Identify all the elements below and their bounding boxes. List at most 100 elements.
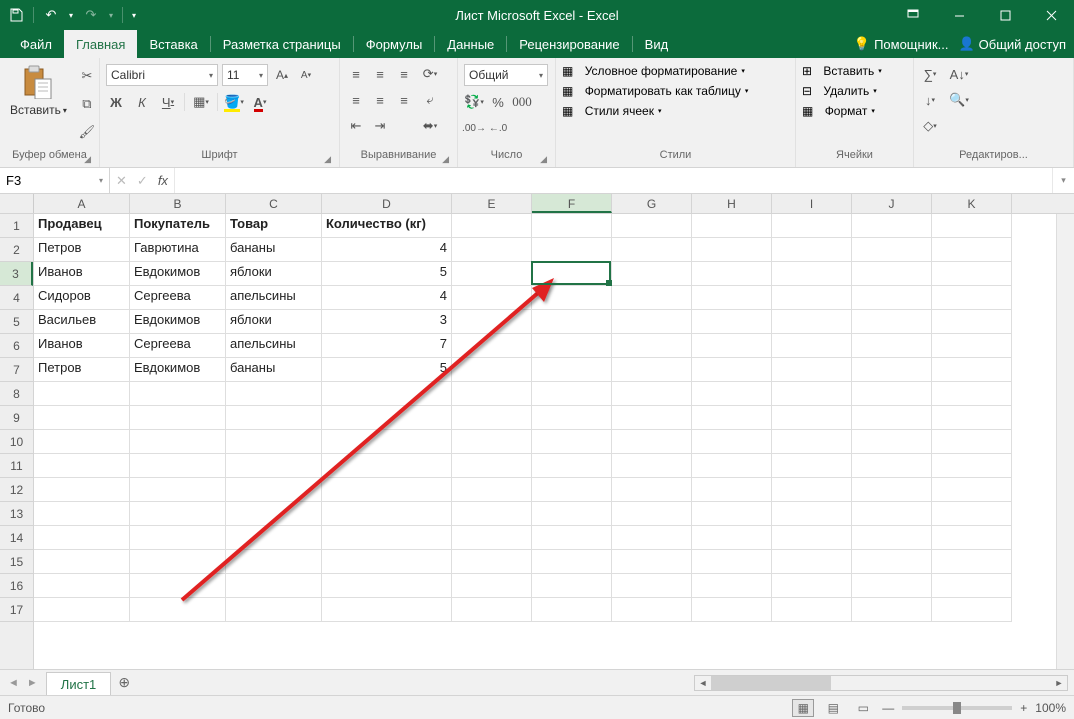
cell[interactable] [932,406,1012,430]
cell[interactable] [932,574,1012,598]
cell[interactable] [772,598,852,622]
tab-data[interactable]: Данные [435,30,506,58]
cell[interactable] [532,550,612,574]
column-header[interactable]: D [322,194,452,213]
cell[interactable] [322,430,452,454]
cell[interactable] [532,286,612,310]
cell[interactable]: Товар [226,214,322,238]
cell[interactable] [852,286,932,310]
font-launcher-icon[interactable]: ◢ [324,154,331,165]
cell[interactable] [34,550,130,574]
cell[interactable] [130,598,226,622]
name-box[interactable]: F3▾ [0,168,110,193]
cell[interactable] [226,550,322,574]
cell[interactable] [612,238,692,262]
vertical-scrollbar[interactable] [1056,214,1074,669]
cell[interactable] [692,550,772,574]
align-middle-icon[interactable]: ≡ [370,64,390,84]
cell[interactable] [772,454,852,478]
cell[interactable] [452,214,532,238]
zoom-value[interactable]: 100% [1035,701,1066,715]
cell[interactable] [932,334,1012,358]
merge-icon[interactable]: ⬌▾ [420,116,440,136]
column-header[interactable]: F [532,194,612,213]
cell[interactable] [852,358,932,382]
cell[interactable] [932,598,1012,622]
cell[interactable] [452,574,532,598]
cell[interactable] [692,406,772,430]
cell[interactable] [932,430,1012,454]
sort-filter-icon[interactable]: A↓▾ [946,64,972,84]
tab-file[interactable]: Файл [8,30,64,58]
cell[interactable] [130,406,226,430]
cell[interactable] [452,334,532,358]
cell[interactable] [130,478,226,502]
wrap-text-icon[interactable]: ⤶ [420,90,440,110]
cell[interactable] [772,358,852,382]
cell[interactable] [34,526,130,550]
cell[interactable]: Гаврютина [130,238,226,262]
number-launcher-icon[interactable]: ◢ [540,154,547,165]
cell[interactable] [852,238,932,262]
cell[interactable] [772,406,852,430]
cell[interactable] [692,478,772,502]
row-header[interactable]: 8 [0,382,33,406]
cell[interactable]: 5 [322,262,452,286]
cell[interactable]: Покупатель [130,214,226,238]
cell[interactable]: апельсины [226,334,322,358]
cell[interactable] [692,262,772,286]
bold-button[interactable]: Ж [106,92,126,112]
row-header[interactable]: 4 [0,286,33,310]
cell[interactable] [226,526,322,550]
column-header[interactable]: K [932,194,1012,213]
cell[interactable]: Иванов [34,334,130,358]
cell[interactable]: бананы [226,238,322,262]
cell[interactable] [772,550,852,574]
cell[interactable] [226,574,322,598]
cell[interactable] [692,574,772,598]
increase-indent-icon[interactable]: ⇥ [370,116,390,136]
cell[interactable]: Продавец [34,214,130,238]
cell[interactable] [932,454,1012,478]
cell[interactable] [692,214,772,238]
cell[interactable] [772,334,852,358]
share-button[interactable]: 👤 Общий доступ [958,36,1066,52]
cell[interactable] [34,406,130,430]
column-header[interactable]: G [612,194,692,213]
select-all-corner[interactable] [0,194,34,213]
cell[interactable] [226,454,322,478]
cell[interactable]: 4 [322,286,452,310]
cell[interactable] [452,310,532,334]
cell[interactable] [612,358,692,382]
column-header[interactable]: C [226,194,322,213]
cell[interactable] [322,454,452,478]
number-format-combo[interactable]: Общий▾ [464,64,548,86]
format-cells-button[interactable]: ▦ Формат▾ [802,104,882,118]
cell[interactable] [772,502,852,526]
row-header[interactable]: 14 [0,526,33,550]
cell[interactable] [532,430,612,454]
cell[interactable] [692,286,772,310]
cell[interactable] [532,310,612,334]
cell[interactable] [932,502,1012,526]
cell[interactable] [452,454,532,478]
qat-customize-icon[interactable]: ▾ [128,3,140,27]
view-page-layout-icon[interactable]: ▤ [822,699,844,717]
cell[interactable]: 4 [322,238,452,262]
cell[interactable] [322,598,452,622]
maximize-button[interactable] [982,0,1028,30]
cell[interactable] [532,358,612,382]
cell[interactable] [852,526,932,550]
font-size-combo[interactable]: 11▾ [222,64,268,86]
cell[interactable] [852,406,932,430]
cell[interactable] [612,382,692,406]
cell[interactable] [532,502,612,526]
cell[interactable] [452,502,532,526]
cell[interactable] [772,478,852,502]
undo-dropdown-icon[interactable]: ▾ [65,3,77,27]
align-center-icon[interactable]: ≡ [370,90,390,110]
cell[interactable] [34,454,130,478]
cell[interactable] [532,214,612,238]
cell[interactable] [932,382,1012,406]
column-header[interactable]: E [452,194,532,213]
